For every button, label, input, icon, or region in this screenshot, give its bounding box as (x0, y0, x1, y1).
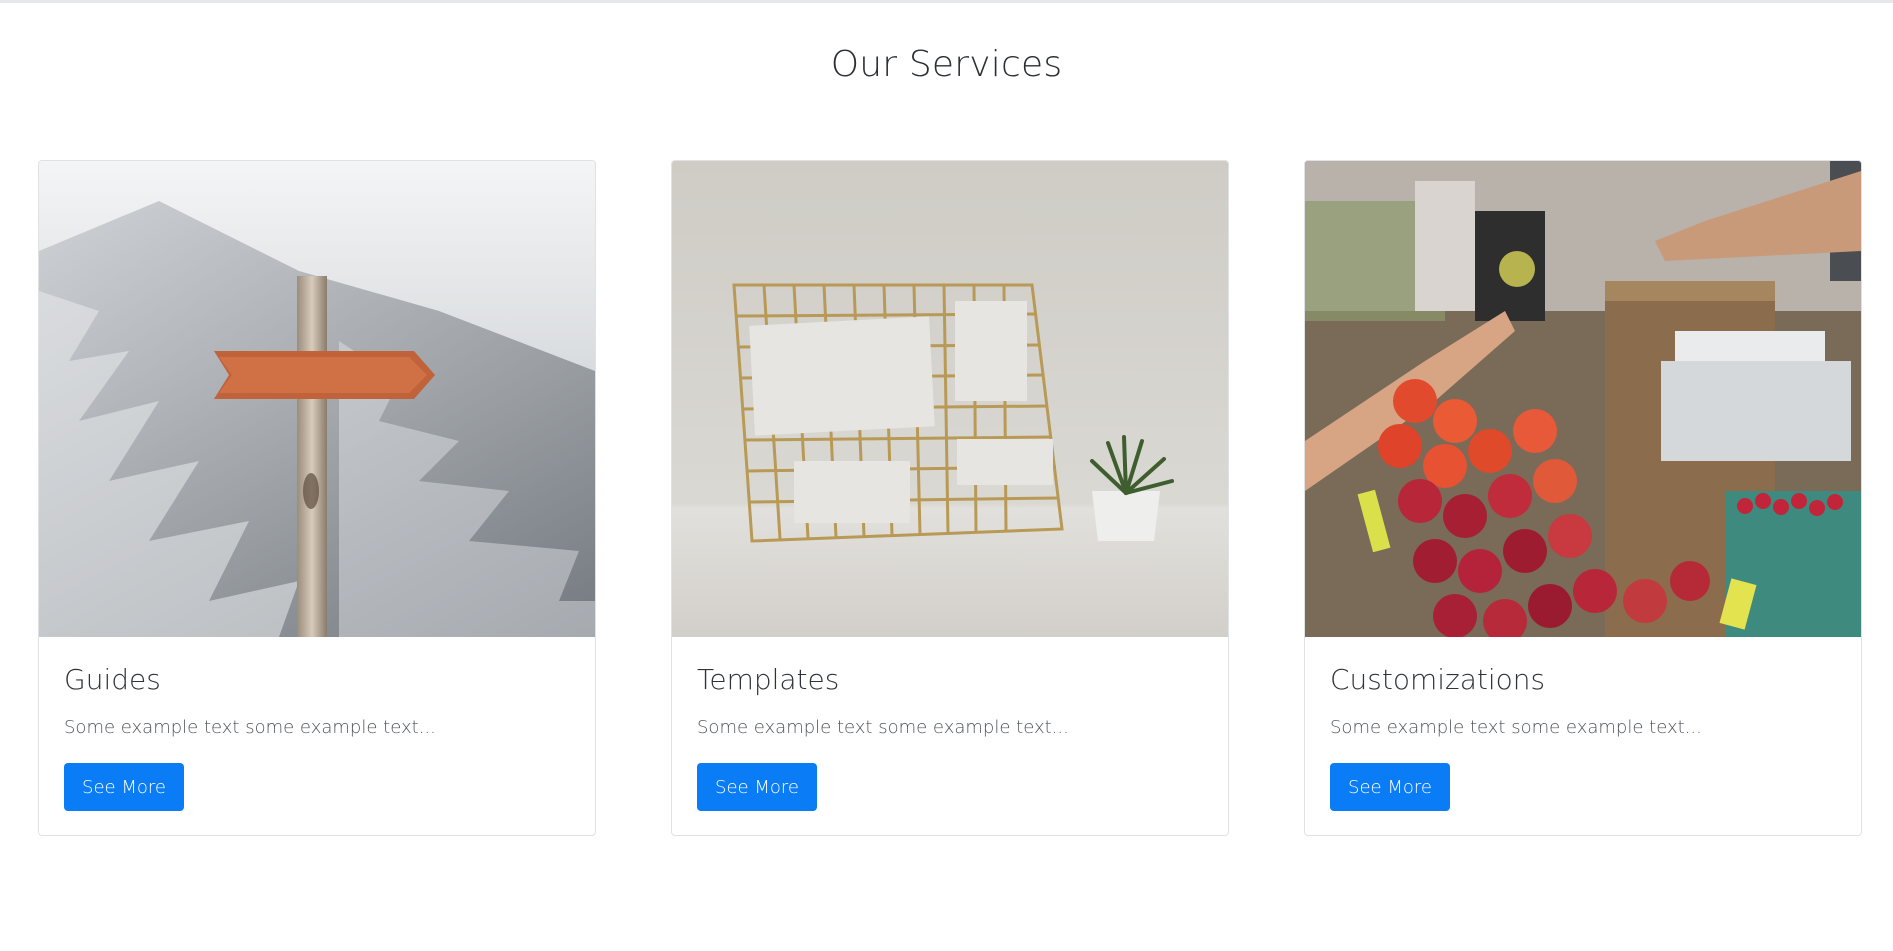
card-title: Customizations (1330, 663, 1546, 696)
see-more-button-guides[interactable]: See More (64, 763, 184, 811)
card-title: Templates (697, 663, 840, 696)
card-body-customizations: Customizations Some example text some ex… (1305, 637, 1861, 835)
service-card-templates: Templates Some example text some example… (671, 160, 1229, 836)
card-text: Some example text some example text... (697, 717, 1069, 738)
service-card-guides: Guides Some example text some example te… (38, 160, 596, 836)
card-body-templates: Templates Some example text some example… (672, 637, 1228, 835)
top-divider (0, 0, 1893, 3)
section-title: Our Services (830, 44, 1063, 85)
service-card-customizations: Customizations Some example text some ex… (1304, 160, 1862, 836)
card-body-guides: Guides Some example text some example te… (39, 637, 595, 835)
card-text: Some example text some example text... (1330, 717, 1702, 738)
card-image-guides (39, 161, 595, 637)
card-text: Some example text some example text... (64, 717, 436, 738)
see-more-button-customizations[interactable]: See More (1330, 763, 1450, 811)
services-cards: Guides Some example text some example te… (38, 160, 1863, 836)
card-image-templates (672, 161, 1228, 637)
see-more-button-templates[interactable]: See More (697, 763, 817, 811)
card-title: Guides (64, 663, 161, 696)
card-image-customizations (1305, 161, 1861, 637)
